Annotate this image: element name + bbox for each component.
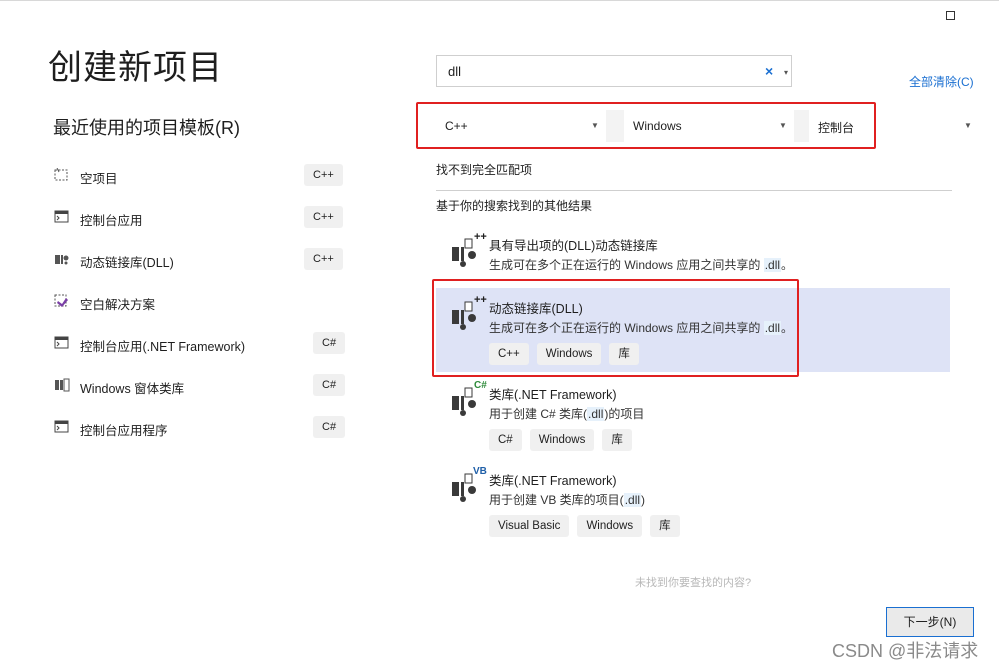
recent-template-item[interactable]: Windows 窗体类库 C# [52, 373, 352, 399]
maximize-icon[interactable] [946, 11, 955, 20]
recent-template-item[interactable]: 控制台应用程序 C# [52, 415, 352, 441]
recent-template-item[interactable]: 控制台应用(.NET Framework) C# [52, 331, 352, 357]
result-tags: Visual Basic Windows 库 [489, 515, 680, 537]
recent-templates-heading: 最近使用的项目模板(R) [53, 118, 240, 138]
language-badge-icon: VB [473, 466, 487, 477]
window-top-border [0, 0, 999, 1]
class-library-icon [55, 378, 70, 392]
recent-template-label: 动态链接库(DLL) [80, 256, 174, 270]
recent-template-item[interactable]: 空白解决方案 [52, 289, 352, 315]
result-description: 用于创建 VB 类库的项目(.dll) [489, 493, 646, 507]
clear-all-link[interactable]: 全部清除(C) [909, 73, 974, 90]
not-found-hint-link[interactable]: 未找到你要查找的内容? [635, 574, 751, 590]
language-badge: C# [313, 416, 346, 438]
result-item[interactable]: VB 类库(.NET Framework) 用于创建 VB 类库的项目(.dll… [436, 460, 950, 544]
result-tags: C# Windows 库 [489, 429, 632, 451]
other-results-label: 基于你的搜索找到的其他结果 [436, 199, 593, 213]
recent-template-label: 控制台应用(.NET Framework) [80, 340, 246, 354]
language-badge-icon: C# [474, 380, 487, 391]
result-description: 用于创建 C# 类库(.dll)的项目 [489, 407, 645, 421]
no-exact-match-label: 找不到完全匹配项 [436, 163, 533, 177]
console-app-icon [54, 210, 69, 223]
recent-template-label: 空项目 [80, 172, 118, 186]
search-box[interactable]: dll × ▾ [436, 55, 792, 87]
chevron-down-icon: ▼ [964, 121, 972, 130]
next-button[interactable]: 下一步(N) [886, 607, 974, 637]
recent-template-label: 控制台应用程序 [80, 424, 168, 438]
result-name: 类库(.NET Framework) [489, 474, 617, 488]
blank-solution-icon [54, 294, 68, 307]
result-name: 类库(.NET Framework) [489, 388, 617, 402]
language-badge: C# [313, 374, 346, 396]
watermark: CSDN @非法请求 [832, 641, 979, 661]
tag: Windows [577, 515, 643, 537]
clear-search-icon[interactable]: × [765, 63, 773, 79]
empty-project-icon [54, 168, 68, 181]
tag: Visual Basic [489, 515, 570, 537]
tag: C# [489, 429, 522, 451]
recent-template-label: 控制台应用 [80, 214, 143, 228]
console-app-icon [54, 336, 69, 349]
result-description: 生成可在多个正在运行的 Windows 应用之间共享的 .dll。 [489, 258, 794, 272]
divider [436, 190, 952, 191]
recent-template-item[interactable]: 动态链接库(DLL) C++ [52, 247, 352, 273]
recent-template-item[interactable]: 控制台应用 C++ [52, 205, 352, 231]
search-history-dropdown-icon[interactable]: ▾ [784, 68, 788, 77]
language-badge: C# [313, 332, 346, 354]
result-item[interactable]: ++ 具有导出项的(DLL)动态链接库 生成可在多个正在运行的 Windows … [436, 225, 950, 283]
recent-template-label: 空白解决方案 [80, 298, 156, 312]
language-badge-icon: ++ [474, 231, 487, 243]
selected-result-highlight-box [432, 279, 799, 377]
language-badge: C++ [304, 164, 343, 186]
language-badge: C++ [304, 248, 343, 270]
search-input[interactable]: dll [448, 64, 461, 79]
result-item[interactable]: C# 类库(.NET Framework) 用于创建 C# 类库(.dll)的项… [436, 374, 950, 458]
filter-highlight-box [416, 102, 876, 149]
recent-template-label: Windows 窗体类库 [80, 382, 185, 396]
recent-template-item[interactable]: 空项目 C++ [52, 163, 352, 189]
console-app-icon [54, 420, 69, 433]
tag: 库 [602, 429, 632, 451]
dll-icon [55, 255, 69, 265]
language-badge: C++ [304, 206, 343, 228]
tag: 库 [650, 515, 680, 537]
page-title: 创建新项目 [48, 49, 223, 87]
result-name: 具有导出项的(DLL)动态链接库 [489, 239, 658, 253]
tag: Windows [529, 429, 595, 451]
